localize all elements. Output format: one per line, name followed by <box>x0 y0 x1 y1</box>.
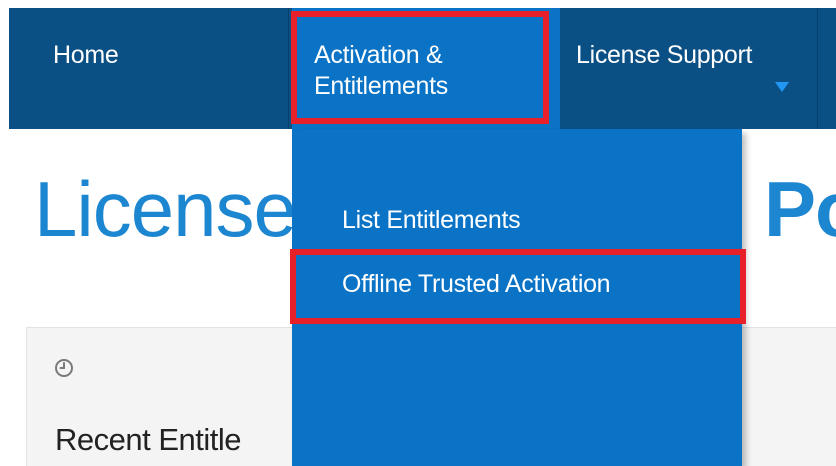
nav-license-support[interactable]: License Support <box>560 8 818 129</box>
page-title-continuation: Po <box>764 165 836 253</box>
chevron-down-icon <box>775 82 789 92</box>
highlight-box-offline-trusted-activation <box>290 249 746 324</box>
nav-home-label: Home <box>53 41 119 69</box>
nav-home[interactable]: Home <box>9 8 289 129</box>
nav-license-support-label: License Support <box>576 41 753 69</box>
clock-icon <box>55 359 73 377</box>
top-strip <box>0 0 836 8</box>
recent-entitlements-title: Recent Entitle <box>55 422 242 457</box>
menu-item-list-entitlements[interactable]: List Entitlements <box>342 205 521 235</box>
page-title: License <box>34 165 297 253</box>
nav-next-item[interactable] <box>818 8 836 129</box>
highlight-box-activation <box>291 11 549 124</box>
